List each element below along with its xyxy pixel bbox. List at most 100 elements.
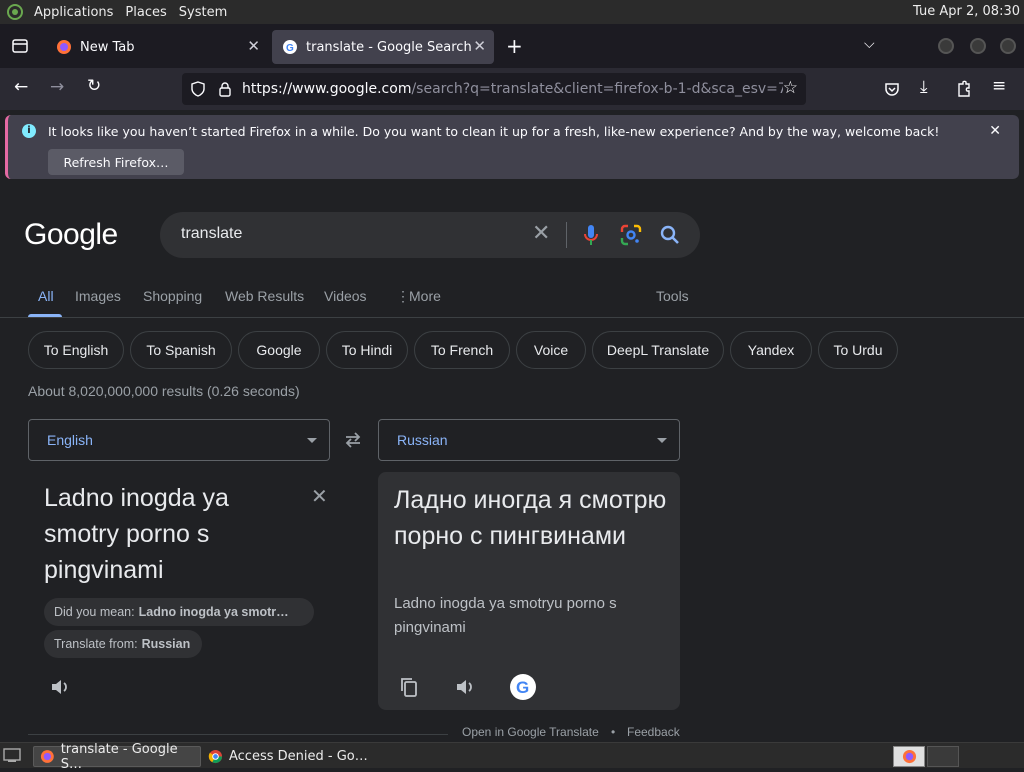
dropdown-caret-icon <box>657 438 667 443</box>
nav-more[interactable]: More <box>409 288 441 304</box>
target-language-value: Russian <box>397 432 448 448</box>
search-divider <box>566 222 567 248</box>
taskbar-item-label: Access Denied - Go… <box>229 749 368 764</box>
workspace-2[interactable] <box>927 746 959 767</box>
transliteration: Ladno inogda ya smotryu porno s pingvina… <box>394 595 617 636</box>
close-tab-icon[interactable]: ✕ <box>473 37 486 55</box>
info-icon: i <box>22 124 36 138</box>
back-icon[interactable]: ← <box>14 77 28 97</box>
listen-source-icon[interactable] <box>50 677 70 697</box>
menu-system[interactable]: System <box>173 5 233 20</box>
chip-yandex[interactable]: Yandex <box>730 331 812 369</box>
taskbar: translate - Google S… Access Denied - Go… <box>0 742 1024 772</box>
tab-list-icon[interactable] <box>12 38 28 54</box>
clear-search-icon[interactable]: ✕ <box>532 221 550 246</box>
did-you-mean-pill[interactable]: Did you mean: Ladno inogda ya smotr… <box>44 598 314 626</box>
nav-web-results[interactable]: Web Results <box>225 288 304 304</box>
results-divider <box>28 734 448 735</box>
tab-google-search[interactable]: G translate - Google Search ✕ <box>272 30 494 64</box>
window-close-button[interactable] <box>1000 38 1016 54</box>
more-dots-icon[interactable]: ⋮ <box>396 288 410 305</box>
source-text[interactable]: Ladno inogda ya smotry porno s pingvinam… <box>44 480 304 588</box>
taskbar-item-chrome[interactable]: Access Denied - Go… <box>202 746 370 767</box>
translate-from-label: Translate from: <box>54 637 138 651</box>
extensions-icon[interactable] <box>956 80 972 98</box>
nav-divider <box>0 317 1024 318</box>
tab-new-tab[interactable]: New Tab ✕ <box>46 30 268 64</box>
app-menu-icon[interactable]: ≡ <box>992 76 1006 96</box>
nav-videos[interactable]: Videos <box>324 288 367 304</box>
result-stats: About 8,020,000,000 results (0.26 second… <box>28 383 300 399</box>
nav-images[interactable]: Images <box>75 288 121 304</box>
nav-tools[interactable]: Tools <box>656 288 689 304</box>
swap-languages-icon[interactable] <box>343 430 363 450</box>
chip-voice[interactable]: Voice <box>516 331 586 369</box>
chip-to-spanish[interactable]: To Spanish <box>130 331 232 369</box>
window-maximize-button[interactable] <box>970 38 986 54</box>
shield-icon[interactable] <box>190 81 206 97</box>
notification-message: It looks like you haven’t started Firefo… <box>48 124 940 139</box>
clear-source-icon[interactable]: ✕ <box>311 484 328 508</box>
did-you-mean-value: Ladno inogda ya smotr… <box>138 605 289 619</box>
tab-strip: New Tab ✕ G translate - Google Search ✕ … <box>0 24 1024 68</box>
taskbar-item-label: translate - Google S… <box>60 741 178 772</box>
search-box[interactable]: translate ✕ <box>160 212 700 258</box>
footer-separator: • <box>611 725 616 739</box>
reload-icon[interactable]: ↻ <box>87 76 101 96</box>
panel-clock[interactable]: Tue Apr 2, 08:30 <box>913 4 1020 19</box>
menu-places[interactable]: Places <box>119 5 172 20</box>
target-language-select[interactable]: Russian <box>378 419 680 461</box>
url-bar[interactable]: https://www.google.com/search?q=translat… <box>182 73 806 105</box>
translate-from-pill[interactable]: Translate from: Russian <box>44 630 202 658</box>
refresh-notification: i It looks like you haven’t started Fire… <box>5 115 1019 179</box>
window-minimize-button[interactable] <box>938 38 954 54</box>
google-g-icon[interactable]: G <box>510 674 536 700</box>
chip-google[interactable]: Google <box>238 331 320 369</box>
chip-deepl-translate[interactable]: DeepL Translate <box>592 331 724 369</box>
nav-all[interactable]: All <box>38 288 54 304</box>
search-icon[interactable] <box>660 225 680 245</box>
close-notification-icon[interactable]: ✕ <box>989 123 1001 139</box>
pocket-icon[interactable] <box>884 81 900 97</box>
lock-icon[interactable] <box>218 81 232 97</box>
source-language-value: English <box>47 432 93 448</box>
google-g-icon: G <box>283 40 297 54</box>
downloads-icon[interactable]: ⤓ <box>920 77 928 97</box>
tab-label: New Tab <box>80 39 135 55</box>
chip-to-hindi[interactable]: To Hindi <box>326 331 408 369</box>
target-text: Ладно иногда я смотрю порно с пингвинами <box>394 486 667 550</box>
chip-to-french[interactable]: To French <box>414 331 510 369</box>
feedback-link[interactable]: Feedback <box>627 725 680 739</box>
microphone-icon[interactable] <box>583 223 599 247</box>
source-language-select[interactable]: English <box>28 419 330 461</box>
translate-from-value: Russian <box>141 637 191 651</box>
chip-to-urdu[interactable]: To Urdu <box>818 331 898 369</box>
did-you-mean-label: Did you mean: <box>54 605 135 619</box>
chip-to-english[interactable]: To English <box>28 331 124 369</box>
menu-applications[interactable]: Applications <box>28 5 119 20</box>
google-lens-icon[interactable] <box>620 224 642 246</box>
nav-shopping[interactable]: Shopping <box>143 288 202 304</box>
taskbar-item-firefox[interactable]: translate - Google S… <box>33 742 201 772</box>
listen-translation-icon[interactable] <box>455 677 475 697</box>
url-path: /search?q=translate&client=firefox-b-1-d… <box>411 81 784 97</box>
bookmark-star-icon[interactable]: ☆ <box>783 78 798 98</box>
url-host: https://www.google.com <box>242 81 412 97</box>
close-tab-icon[interactable]: ✕ <box>247 37 260 55</box>
firefox-icon <box>902 749 917 764</box>
google-logo[interactable]: Google <box>24 218 118 252</box>
gnome-foot-icon[interactable] <box>6 3 24 21</box>
refresh-firefox-button[interactable]: Refresh Firefox… <box>48 149 184 175</box>
list-all-tabs-icon[interactable]: ⌵ <box>864 36 875 52</box>
new-tab-button[interactable]: + <box>506 34 523 58</box>
open-in-google-translate-link[interactable]: Open in Google Translate <box>462 725 599 739</box>
workspace-switcher[interactable] <box>893 746 925 767</box>
navigation-toolbar: ← → ↻ https://www.google.com/search?q=tr… <box>0 68 1024 110</box>
search-input[interactable]: translate <box>181 225 242 243</box>
chrome-icon <box>208 749 223 764</box>
dropdown-caret-icon <box>307 438 317 443</box>
copy-icon[interactable] <box>400 677 418 697</box>
top-panel: Applications Places System Tue Apr 2, 08… <box>0 0 1024 24</box>
forward-icon[interactable]: → <box>50 77 64 97</box>
show-desktop-icon[interactable] <box>3 748 21 763</box>
